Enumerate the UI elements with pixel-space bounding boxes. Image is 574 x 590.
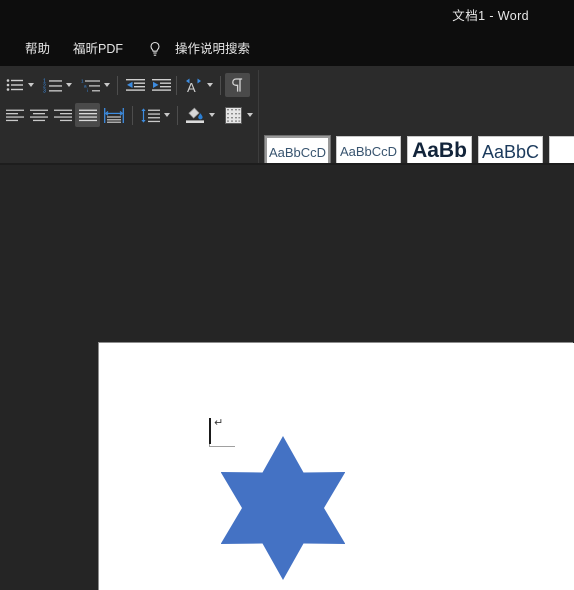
toolbar-separator [117,76,118,95]
multilevel-list-button[interactable]: 1 a i [80,74,102,96]
align-center-button[interactable] [28,104,50,126]
star-shape-container[interactable] [220,436,346,588]
line-spacing-icon [141,107,160,123]
title-bar: 文档1 - Word [0,0,574,28]
document-title: 文档1 - Word [452,9,529,23]
justify-button[interactable] [75,103,100,127]
align-right-button[interactable] [52,104,74,126]
text-cursor [209,418,211,444]
show-formatting-marks-button[interactable] [225,73,250,97]
shading-button[interactable] [184,104,206,126]
bullets-button[interactable] [4,74,26,96]
style-sample-text: A [550,142,574,163]
paragraph-mark: ↵ [214,417,224,429]
paragraph-toolbar-row-2 [4,103,258,127]
lightbulb-icon[interactable] [148,41,162,59]
decrease-indent-button[interactable] [124,74,146,96]
numbered-list-icon: 1 2 3 [43,78,62,93]
align-center-icon [30,109,48,121]
shading-bucket-icon [186,107,204,123]
align-left-icon [6,109,24,121]
shading-caret[interactable] [209,113,215,117]
ribbon: 1 2 3 1 a i A AaBbCcD AaBbCcD AaBb AaBbC [0,66,574,221]
svg-text:i: i [87,88,88,93]
align-right-icon [54,109,72,121]
asian-layout-icon: A [186,78,201,93]
distributed-icon [104,107,124,123]
toolbar-separator [220,76,221,95]
six-pointed-star-icon[interactable] [220,436,346,588]
align-left-button[interactable] [4,104,26,126]
style-sample-text: AaBbC [481,142,540,162]
numbering-button[interactable]: 1 2 3 [42,74,64,96]
borders-button[interactable] [222,104,244,126]
word-window: 文档1 - Word 帮助 福昕PDF 操作说明搜索 1 2 3 1 a i A… [0,0,574,590]
style-sample-text: AaBb [412,139,467,162]
toolbar-separator [177,106,178,125]
document-page[interactable]: ↵ https://blog.csdn.net/weixin_44388462 [99,343,574,590]
bullets-dropdown-caret[interactable] [28,83,34,87]
menu-item-foxit-pdf[interactable]: 福昕PDF [73,38,123,57]
distributed-button[interactable] [103,104,125,126]
line-spacing-button[interactable] [140,104,162,126]
paragraph-toolbar-row-1: 1 2 3 1 a i A [4,74,258,96]
borders-caret[interactable] [247,113,253,117]
borders-icon [224,106,242,124]
justify-icon [78,109,97,121]
asian-layout-button[interactable]: A [183,74,205,96]
pilcrow-icon [231,78,242,92]
increase-indent-button[interactable] [150,74,172,96]
menu-bar: 帮助 福昕PDF 操作说明搜索 [0,28,574,66]
multilevel-list-icon: 1 a i [81,78,100,93]
increase-indent-icon [151,79,171,91]
style-sample-text: AaBbCcD [339,144,398,159]
multilevel-dropdown-caret[interactable] [104,83,110,87]
menu-item-help[interactable]: 帮助 [25,38,50,57]
toolbar-separator [132,106,133,125]
svg-text:3: 3 [43,88,46,93]
menu-item-tell-me[interactable]: 操作说明搜索 [175,38,250,57]
style-sample-text: AaBbCcD [268,145,327,160]
document-backdrop: ↵ https://blog.csdn.net/weixin_44388462 [0,165,574,590]
bullet-list-icon [6,79,23,91]
numbering-dropdown-caret[interactable] [66,83,72,87]
toolbar-separator [176,76,177,95]
decrease-indent-icon [125,79,145,91]
asian-layout-caret[interactable] [207,83,213,87]
line-spacing-caret[interactable] [164,113,170,117]
